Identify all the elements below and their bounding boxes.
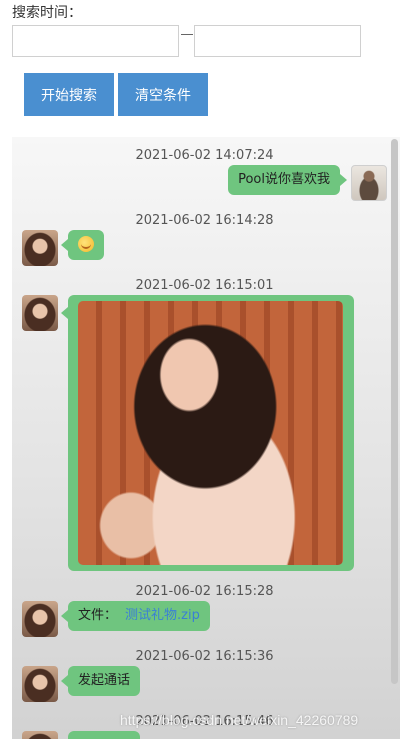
watermark-text: https://blog.csdn.net/weixin_42260789: [120, 712, 359, 728]
chat-history-panel[interactable]: 2021-06-02 14:07:24 Pool说你喜欢我 2021-06-02…: [12, 137, 400, 739]
message-text: 发起通话: [78, 673, 131, 688]
message-bubble-image: [61, 295, 354, 571]
clear-conditions-button[interactable]: 清空条件: [118, 73, 208, 116]
message-timestamp: 2021-06-02 16:14:28: [135, 213, 274, 228]
start-date-input[interactable]: [12, 25, 179, 57]
message-text: Pool说你喜欢我: [238, 172, 330, 187]
message-bubble-text: 发起通话: [60, 666, 141, 696]
file-download-link[interactable]: 测试礼物.zip: [125, 608, 200, 623]
search-time-label: 搜索时间：: [12, 5, 82, 21]
contact-avatar[interactable]: [22, 666, 58, 702]
date-range-separator: [181, 34, 193, 35]
message-timestamp: 2021-06-02 16:15:01: [135, 278, 274, 293]
contact-avatar[interactable]: [22, 601, 58, 637]
contact-avatar[interactable]: [22, 230, 58, 266]
message-bubble-file: 文件： 测试礼物.zip: [61, 601, 210, 631]
end-date-input[interactable]: [194, 25, 361, 57]
contact-avatar[interactable]: [22, 295, 58, 331]
chat-scrollbar[interactable]: [391, 139, 398, 684]
file-prefix-label: 文件：: [78, 608, 118, 623]
start-search-button[interactable]: 开始搜索: [24, 73, 114, 116]
message-bubble-text: [68, 731, 140, 739]
message-timestamp: 2021-06-02 16:15:36: [135, 649, 274, 664]
contact-avatar[interactable]: [22, 731, 58, 739]
message-timestamp: 2021-06-02 14:07:24: [135, 148, 274, 163]
message-bubble-emoji: [61, 230, 104, 260]
smiley-emoji-icon: [78, 235, 94, 252]
message-bubble-text: Pool说你喜欢我: [228, 165, 347, 195]
message-timestamp: 2021-06-02 16:15:28: [135, 584, 274, 599]
my-avatar[interactable]: [351, 165, 387, 201]
shared-photo[interactable]: [78, 301, 343, 565]
